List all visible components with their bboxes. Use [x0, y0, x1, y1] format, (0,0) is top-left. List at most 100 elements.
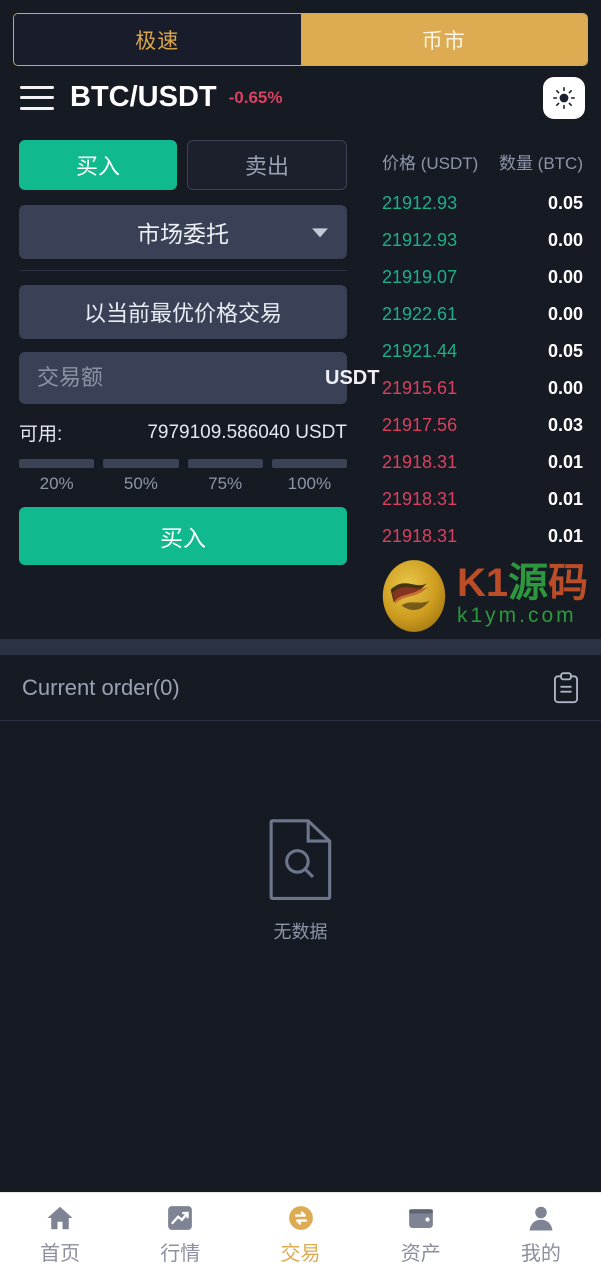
- buy-tab-button[interactable]: 买入: [19, 140, 177, 190]
- order-book-price: 21918.31: [382, 489, 458, 509]
- nav-item-assets[interactable]: 资产: [361, 1193, 481, 1275]
- order-book-amount: 0.00: [547, 378, 583, 398]
- sun-icon: [552, 86, 576, 109]
- trade-body: 买入 卖出 市场委托 以当前最优价格交易 USDT 可用: 7979109: [0, 129, 601, 639]
- nav-label-assets: 资产: [400, 1242, 441, 1265]
- yin-yang-logo-icon: [382, 560, 446, 632]
- amount-input[interactable]: [37, 365, 325, 391]
- watermark-text: K1源码 k1ym.com: [457, 561, 589, 628]
- order-book-amount: 0.01: [547, 526, 583, 546]
- order-book-amount: 0.05: [547, 193, 583, 213]
- order-book-price: 21918.31: [382, 452, 458, 472]
- nav-item-home[interactable]: 首页: [0, 1193, 120, 1275]
- percent-bar: [19, 459, 95, 468]
- order-book-amount: 0.00: [547, 304, 583, 324]
- order-book-row[interactable]: 21919.07 0.00: [382, 259, 583, 296]
- market-mode-tabs: 极速 币市: [13, 13, 588, 66]
- page-title[interactable]: BTC/USDT: [70, 81, 217, 114]
- empty-state: 无数据: [0, 721, 601, 1192]
- current-order-section: Current order(0) 无数据: [0, 655, 601, 1192]
- order-book-row[interactable]: 21918.31 0.01: [382, 444, 583, 481]
- percent-label: 50%: [123, 474, 158, 493]
- theme-toggle-button[interactable]: [543, 76, 585, 119]
- empty-state-text: 无数据: [273, 922, 328, 942]
- clipboard-icon: [554, 671, 578, 703]
- order-book-price-header: 价格 (USDT): [382, 154, 479, 173]
- user-icon: [529, 1206, 553, 1230]
- percent-bar: [271, 459, 347, 468]
- order-book-price: 21921.44: [382, 341, 458, 361]
- available-value: 7979109.586040 USDT: [147, 421, 347, 443]
- percent-option-100[interactable]: 100%: [271, 459, 347, 494]
- submit-order-label: 买入: [160, 525, 206, 551]
- exchange-coin-icon: [288, 1205, 313, 1230]
- site-watermark: K1源码 k1ym.com: [375, 557, 588, 635]
- order-book-amount: 0.03: [547, 415, 583, 435]
- home-icon: [47, 1206, 73, 1229]
- available-balance-row: 可用: 7979109.586040 USDT: [19, 419, 347, 446]
- order-book-price: 21912.93: [382, 193, 458, 213]
- hamburger-menu-icon[interactable]: [20, 85, 54, 110]
- order-book-amount: 0.01: [547, 489, 583, 509]
- order-book-row[interactable]: 21917.56 0.03: [382, 407, 583, 444]
- percent-label: 20%: [39, 474, 74, 493]
- nav-label-home: 首页: [40, 1242, 81, 1265]
- trade-screen: 极速 币市 BTC/USDT -0.65% 买入 卖出 市场委托 以当前最优价格…: [0, 0, 601, 1275]
- best-price-label: 以当前最优价格交易: [83, 301, 282, 326]
- tab-fast[interactable]: 极速: [14, 14, 301, 65]
- order-book-price: 21917.56: [382, 415, 458, 435]
- nav-label-market: 行情: [160, 1242, 201, 1265]
- order-book-price: 21915.61: [382, 378, 458, 398]
- tab-spot[interactable]: 币市: [300, 14, 587, 65]
- percent-option-75[interactable]: 75%: [187, 459, 263, 494]
- submit-order-button[interactable]: 买入: [19, 507, 347, 565]
- nav-item-mine[interactable]: 我的: [481, 1193, 601, 1275]
- percent-label: 75%: [208, 474, 243, 493]
- order-book-amount-header: 数量 (BTC): [498, 154, 583, 173]
- order-book-amount: 0.01: [547, 452, 583, 472]
- order-book: 价格 (USDT) 数量 (BTC) 21912.93 0.05 21912.93 0…: [365, 129, 601, 639]
- sell-tab-label: 卖出: [244, 154, 289, 179]
- order-form: 买入 卖出 市场委托 以当前最优价格交易 USDT 可用: 7979109: [0, 129, 379, 639]
- tab-spot-label: 币市: [421, 29, 466, 53]
- percent-option-50[interactable]: 50%: [103, 459, 179, 494]
- percent-bar: [187, 459, 263, 468]
- order-book-price: 21922.61: [382, 304, 458, 324]
- nav-item-market[interactable]: 行情: [120, 1193, 240, 1275]
- side-toggle: 买入 卖出: [19, 140, 347, 190]
- buy-tab-label: 买入: [75, 154, 120, 179]
- sell-tab-button[interactable]: 卖出: [187, 140, 347, 190]
- tab-fast-label: 极速: [135, 29, 180, 53]
- watermark-cn2: 码: [548, 561, 589, 605]
- amount-field[interactable]: USDT: [19, 352, 379, 404]
- order-book-row[interactable]: 21922.61 0.00: [382, 296, 583, 333]
- order-book-rows: 21912.93 0.05 21912.93 0.00 21919.07 0.00 2192…: [382, 185, 583, 555]
- wallet-icon: [408, 1208, 433, 1228]
- chevron-down-icon: [312, 228, 328, 238]
- watermark-cn1: 源: [508, 561, 549, 605]
- order-book-row[interactable]: 21912.93 0.00: [382, 222, 583, 259]
- pair-header: BTC/USDT -0.65%: [0, 66, 601, 129]
- section-divider-band: [0, 639, 601, 655]
- available-label: 可用:: [19, 424, 63, 445]
- percent-selector: 20% 50% 75% 100%: [19, 459, 347, 494]
- order-book-row[interactable]: 21912.93 0.05: [382, 185, 583, 222]
- nav-label-mine: 我的: [520, 1242, 561, 1265]
- order-book-row[interactable]: 21921.44 0.05: [382, 333, 583, 370]
- percent-option-20[interactable]: 20%: [19, 459, 95, 494]
- order-book-header: 价格 (USDT) 数量 (BTC): [382, 149, 583, 174]
- order-book-row[interactable]: 21918.31 0.01: [382, 481, 583, 518]
- document-search-icon: [269, 819, 331, 900]
- order-type-select[interactable]: 市场委托: [19, 205, 347, 259]
- order-history-button[interactable]: [551, 671, 581, 704]
- order-book-row[interactable]: 21915.61 0.00: [382, 370, 583, 407]
- order-book-price: 21912.93: [382, 230, 458, 250]
- order-book-row[interactable]: 21918.31 0.01: [382, 518, 583, 555]
- order-book-amount: 0.00: [547, 230, 583, 250]
- form-divider: [19, 270, 347, 271]
- nav-item-trade[interactable]: 交易: [240, 1193, 360, 1275]
- order-type-label: 市场委托: [137, 221, 229, 247]
- watermark-domain: k1ym.com: [457, 604, 577, 627]
- bottom-navigation: 首页 行情 交易 资产 我的: [0, 1192, 601, 1275]
- current-order-title: Current order(0): [22, 674, 180, 700]
